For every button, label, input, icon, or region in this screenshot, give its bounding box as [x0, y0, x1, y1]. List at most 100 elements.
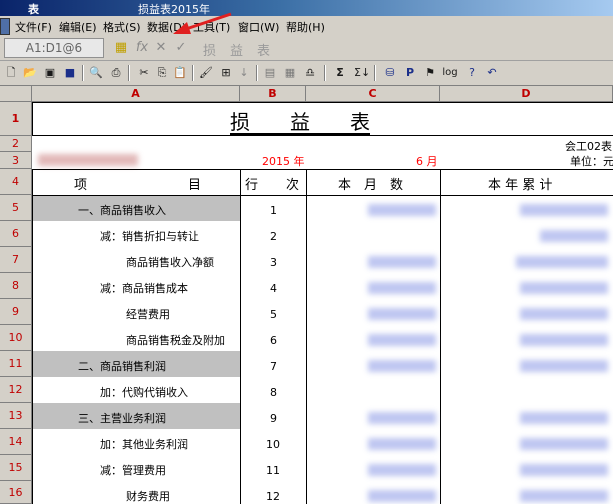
unit-label: 单位：元	[570, 155, 613, 168]
print-icon[interactable]: ⎙	[108, 64, 124, 81]
insert-icon[interactable]: ⊞	[218, 64, 234, 81]
line-item-label[interactable]: 减：管理费用	[100, 462, 166, 478]
line-item-label[interactable]: 二、商品销售利润	[78, 358, 166, 374]
table-border	[32, 195, 613, 196]
menu-format[interactable]: 格式(S)	[103, 19, 141, 35]
row-header[interactable]: 5	[0, 195, 32, 221]
undo-icon[interactable]: ↶	[484, 64, 500, 81]
print-preview-icon[interactable]: 🔍	[88, 64, 104, 81]
save-icon[interactable]: ■	[62, 64, 78, 81]
toolbar-separator	[128, 65, 130, 81]
line-number: 11	[266, 464, 280, 477]
toolbar-separator	[324, 65, 326, 81]
menu-bar: 文件(F) 编辑(E) 格式(S) 数据(D) 工具(T) 窗口(W) 帮助(H…	[0, 16, 613, 36]
row-header[interactable]: 7	[0, 247, 32, 273]
cell-reference-box[interactable]: A1:D1@6	[4, 38, 104, 58]
report-year: 2015 年	[262, 155, 305, 168]
header-item-left: 项	[74, 178, 88, 193]
row-header[interactable]: 6	[0, 221, 32, 247]
cancel-edit-icon[interactable]: ✕	[152, 39, 170, 57]
line-item-label[interactable]: 一、商品销售收入	[78, 202, 166, 218]
menu-window[interactable]: 窗口(W)	[238, 19, 279, 35]
table-border	[240, 169, 241, 504]
redacted-value	[368, 438, 436, 450]
open-icon[interactable]: 📂	[22, 64, 38, 81]
table-border	[32, 169, 613, 170]
menu-help[interactable]: 帮助(H)	[286, 19, 325, 35]
line-item-label[interactable]: 减：销售折扣与转让	[100, 228, 199, 244]
line-item-label[interactable]: 经营费用	[126, 306, 170, 322]
menu-edit[interactable]: 编辑(E)	[59, 19, 97, 35]
save-all-icon[interactable]: ▣	[42, 64, 58, 81]
toolbar-separator	[82, 65, 84, 81]
sum-icon[interactable]: Σ	[332, 64, 348, 81]
report-title: 损 益 表	[230, 110, 370, 134]
redacted-value	[368, 360, 436, 372]
copy-icon[interactable]: ⎘	[154, 64, 170, 81]
line-number: 9	[270, 412, 277, 425]
line-number: 10	[266, 438, 280, 451]
confirm-edit-icon[interactable]: ✓	[172, 39, 190, 57]
row-header[interactable]: 15	[0, 455, 32, 481]
line-item-label[interactable]: 财务费用	[126, 488, 170, 504]
find-icon[interactable]: ♎	[302, 64, 318, 81]
borders-icon[interactable]: ▦	[282, 64, 298, 81]
menu-file[interactable]: 文件(F)	[15, 19, 52, 35]
line-item-label[interactable]: 加：代购代销收入	[100, 384, 188, 400]
line-item-label[interactable]: 商品销售收入净额	[126, 254, 214, 270]
chart-icon[interactable]: ⛁	[382, 64, 398, 81]
app-icon[interactable]	[0, 18, 10, 35]
redacted-value	[520, 412, 608, 424]
row-header[interactable]: 4	[0, 169, 32, 195]
row-header[interactable]: 16	[0, 481, 32, 504]
format-painter-icon[interactable]: 🖌	[198, 64, 214, 81]
formula-fx-icon[interactable]: fx	[133, 39, 151, 57]
line-item-label[interactable]: 加：其他业务利润	[100, 436, 188, 452]
paste-icon[interactable]: 📋	[172, 64, 188, 81]
select-all-corner[interactable]	[0, 86, 32, 102]
line-item-label[interactable]: 减：商品销售成本	[100, 280, 188, 296]
log-icon[interactable]: log	[442, 64, 458, 81]
table-border	[440, 169, 441, 504]
line-item-label[interactable]: 商品销售税金及附加	[126, 332, 225, 348]
column-header-b[interactable]: B	[240, 86, 306, 102]
toolbar-separator	[374, 65, 376, 81]
report-month: 6 月	[416, 155, 438, 168]
column-header-c[interactable]: C	[306, 86, 440, 102]
redacted-value	[516, 256, 608, 268]
new-icon[interactable]: 🗋	[3, 64, 19, 81]
column-header-a[interactable]: A	[32, 86, 240, 102]
spreadsheet-grid[interactable]: A B C D 1 2 3 4 5 6 7 8 9 10 11 12 13 14…	[0, 86, 613, 504]
row-header[interactable]: 10	[0, 325, 32, 351]
merge-icon[interactable]: ▤	[262, 64, 278, 81]
row-header[interactable]: 12	[0, 377, 32, 403]
row-header[interactable]: 8	[0, 273, 32, 299]
p-icon[interactable]: P	[402, 64, 418, 81]
row-header[interactable]: 11	[0, 351, 32, 377]
function-wizard-icon[interactable]: ▦	[112, 39, 130, 57]
row-header[interactable]: 14	[0, 429, 32, 455]
redacted-value	[520, 334, 608, 346]
redacted-value	[520, 438, 608, 450]
row-header[interactable]: 2	[0, 136, 32, 152]
formula-content[interactable]: 损益表	[203, 40, 284, 59]
sort-icon[interactable]: ↓	[236, 64, 252, 81]
header-line-right: 次	[286, 178, 300, 193]
sum-rows-icon[interactable]: Σ↓	[354, 64, 370, 81]
redacted-value	[520, 282, 608, 294]
window-title-left: 表	[28, 3, 39, 16]
line-number: 6	[270, 334, 277, 347]
cut-icon[interactable]: ✂	[136, 64, 152, 81]
row-header[interactable]: 3	[0, 152, 32, 169]
flag-icon[interactable]: ⚑	[422, 64, 438, 81]
line-number: 5	[270, 308, 277, 321]
help-icon[interactable]: ?	[464, 64, 480, 81]
redacted-value	[368, 334, 436, 346]
toolbar-separator	[192, 65, 194, 81]
row-header[interactable]: 9	[0, 299, 32, 325]
column-header-d[interactable]: D	[440, 86, 613, 102]
line-number: 4	[270, 282, 277, 295]
row-header[interactable]: 13	[0, 403, 32, 429]
row-header[interactable]: 1	[0, 102, 32, 136]
line-item-label[interactable]: 三、主营业务利润	[78, 410, 166, 426]
